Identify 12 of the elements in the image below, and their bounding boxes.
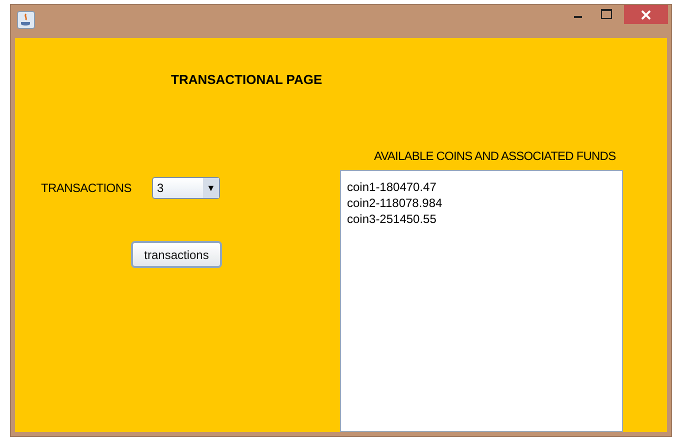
funds-text-area[interactable]: coin1-180470.47 coin2-118078.984 coin3-251450.55 — [340, 170, 623, 432]
fund-entry: coin3-251450.55 — [347, 211, 438, 227]
fund-entry: coin2-118078.984 — [347, 195, 444, 211]
close-icon — [641, 10, 651, 20]
cup-icon — [17, 11, 35, 29]
transactions-dropdown[interactable]: 3 ▼ — [152, 177, 220, 199]
transactions-label: TRANSACTIONS — [41, 181, 132, 195]
transactions-button[interactable]: transactions — [131, 241, 222, 268]
page-title: TRANSACTIONAL PAGE — [171, 72, 324, 87]
fund-entry: coin1-180470.47 — [347, 179, 438, 195]
close-button[interactable] — [624, 5, 668, 24]
funds-heading: AVAILABLE COINS AND ASSOCIATED FUNDS — [374, 149, 617, 163]
